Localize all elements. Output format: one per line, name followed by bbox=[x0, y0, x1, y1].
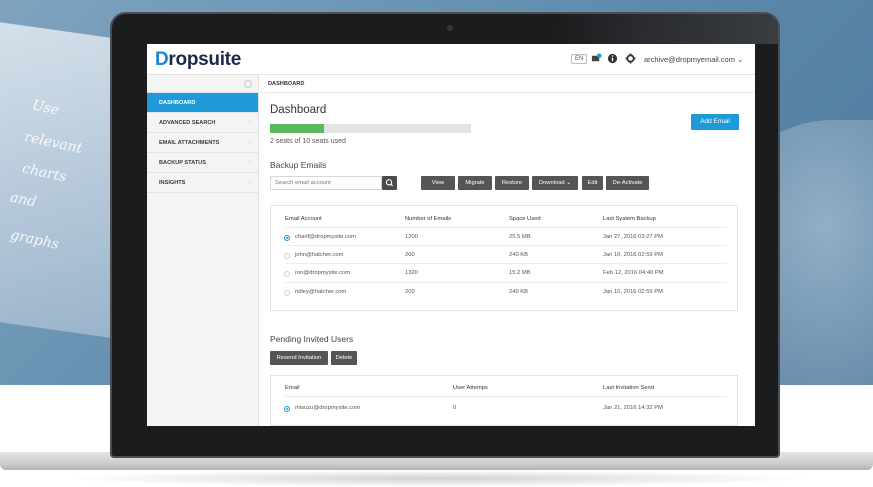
chevron-left-icon: ‹ bbox=[248, 119, 251, 126]
last-invitation-cell: Jan 21, 2016 14:32 PM bbox=[603, 405, 663, 411]
count-cell: 200 bbox=[405, 252, 415, 258]
info-icon[interactable] bbox=[607, 53, 618, 64]
email-cell: misuzu@dropmysite.com bbox=[295, 405, 361, 411]
sidebar-item-insights[interactable]: INSIGHTS ‹ bbox=[147, 173, 258, 193]
sidebar: DASHBOARD ADVANCED SEARCH ‹ EMAIL ATTACHM… bbox=[147, 75, 259, 426]
count-cell: 200 bbox=[405, 289, 415, 295]
app-screen: Dropsuite EN archive@dropmyemail.com ⌄ D… bbox=[147, 44, 755, 426]
sidebar-header bbox=[147, 75, 258, 93]
top-bar: Dropsuite EN archive@dropmyemail.com ⌄ bbox=[147, 44, 755, 75]
resend-invitation-button[interactable]: Resend Invitation bbox=[270, 351, 328, 365]
pending-users-table: Email User Attemps Last Invitation Send … bbox=[270, 375, 738, 426]
count-cell: 1320 bbox=[405, 270, 418, 276]
search-input[interactable] bbox=[270, 176, 382, 190]
laptop-shadow bbox=[60, 470, 813, 487]
email-cell: charif@dropmysite.com bbox=[295, 234, 356, 240]
sidebar-item-email-attachments[interactable]: EMAIL ATTACHMENTS ‹ bbox=[147, 133, 258, 153]
deactivate-button[interactable]: De-Activate bbox=[606, 176, 649, 190]
backup-emails-title: Backup Emails bbox=[270, 160, 327, 170]
view-button[interactable]: View bbox=[421, 176, 455, 190]
header-divider bbox=[285, 396, 727, 397]
sidebar-item-advanced-search[interactable]: ADVANCED SEARCH ‹ bbox=[147, 113, 258, 133]
last-backup-cell: Jan 10, 2016 02:59 PM bbox=[603, 289, 663, 295]
lid-reflection bbox=[558, 14, 778, 44]
seats-used-text: 2 seats of 10 seats used bbox=[270, 138, 346, 145]
row-radio[interactable] bbox=[284, 253, 290, 259]
download-button[interactable]: Download ⌄ bbox=[532, 176, 578, 190]
email-cell: ridley@hatcher.com bbox=[295, 289, 347, 295]
column-header-email: Email bbox=[285, 385, 300, 391]
add-email-button[interactable]: Add Email bbox=[691, 114, 739, 130]
count-cell: 1200 bbox=[405, 234, 418, 240]
sidebar-item-dashboard[interactable]: DASHBOARD bbox=[147, 93, 258, 113]
seats-progress-fill bbox=[270, 124, 325, 133]
user-menu[interactable]: archive@dropmyemail.com ⌄ bbox=[644, 55, 743, 64]
delete-button[interactable]: Delete bbox=[331, 351, 357, 365]
sidebar-toggle-icon[interactable] bbox=[244, 80, 252, 88]
search-button[interactable] bbox=[382, 176, 397, 190]
language-selector[interactable]: EN bbox=[571, 54, 588, 64]
chevron-down-icon: ⌄ bbox=[737, 55, 744, 64]
row-radio[interactable] bbox=[284, 406, 290, 412]
column-header-user-attempts: User Attemps bbox=[453, 385, 488, 391]
edit-button[interactable]: Edit bbox=[582, 176, 603, 190]
email-cell: ron@dropmysite.com bbox=[295, 270, 351, 276]
column-header-last-system-backup: Last System Backup bbox=[603, 216, 656, 222]
breadcrumb: DASHBOARD bbox=[260, 75, 755, 93]
last-backup-cell: Feb 12, 2016 04:40 PM bbox=[603, 270, 664, 276]
dropsuite-logo[interactable]: Dropsuite bbox=[155, 49, 241, 71]
webcam bbox=[447, 25, 453, 31]
row-divider bbox=[285, 245, 727, 246]
column-header-number-of-emails: Number of Emails bbox=[405, 216, 452, 222]
space-cell: 15.2 MB bbox=[509, 270, 531, 276]
row-radio[interactable] bbox=[284, 235, 290, 241]
backup-emails-table: Email Account Number of Emails Space Use… bbox=[270, 205, 738, 311]
email-cell: john@hatcher.com bbox=[295, 252, 344, 258]
seats-progress-bar bbox=[270, 124, 471, 133]
chevron-down-icon: ⌄ bbox=[566, 180, 572, 186]
migrate-button[interactable]: Migrate bbox=[458, 176, 492, 190]
row-radio[interactable] bbox=[284, 290, 290, 296]
column-header-email-account: Email Account bbox=[285, 216, 322, 222]
row-divider bbox=[285, 282, 727, 283]
space-cell: 240 KB bbox=[509, 289, 529, 295]
column-header-last-invitation-send: Last Invitation Send bbox=[603, 385, 654, 391]
header-divider bbox=[285, 227, 727, 228]
chevron-left-icon: ‹ bbox=[248, 179, 251, 186]
space-cell: 240 KB bbox=[509, 252, 529, 258]
column-header-space-used: Space Used bbox=[509, 216, 541, 222]
restore-button[interactable]: Restore bbox=[495, 176, 529, 190]
row-divider bbox=[285, 263, 727, 264]
attempts-cell: 0 bbox=[453, 405, 457, 411]
pending-invited-users-title: Pending Invited Users bbox=[270, 334, 354, 344]
notification-icon[interactable] bbox=[591, 53, 602, 64]
search-icon bbox=[385, 179, 394, 187]
chevron-left-icon: ‹ bbox=[248, 139, 251, 146]
last-backup-cell: Jan 10, 2016 02:59 PM bbox=[603, 252, 663, 258]
row-radio[interactable] bbox=[284, 271, 290, 277]
chevron-left-icon: ‹ bbox=[248, 159, 251, 166]
sidebar-item-backup-status[interactable]: BACKUP STATUS ‹ bbox=[147, 153, 258, 173]
space-cell: 25.5 MB bbox=[509, 234, 531, 240]
gear-icon[interactable] bbox=[625, 53, 636, 64]
main-content: DASHBOARD Dashboard Add Email 2 seats of… bbox=[260, 75, 755, 426]
page-title: Dashboard bbox=[270, 104, 327, 116]
last-backup-cell: Jan 27, 2016 03:27 PM bbox=[603, 234, 663, 240]
